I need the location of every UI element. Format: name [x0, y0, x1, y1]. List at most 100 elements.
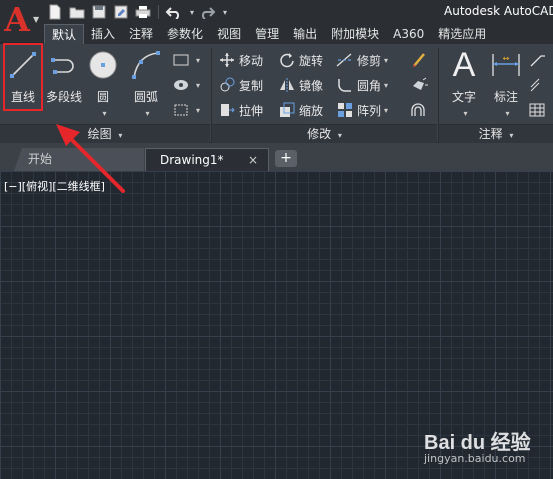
quick-access-toolbar: ▾ ▾ — [46, 2, 227, 22]
hatch-tool-button[interactable]: ▾ — [172, 75, 200, 95]
erase-icon — [410, 51, 428, 69]
region-tool-button[interactable]: ▾ — [172, 100, 200, 120]
tab-addins[interactable]: 附加模块 — [324, 24, 386, 44]
redo-icon[interactable] — [198, 3, 216, 21]
tab-featured-apps[interactable]: 精选应用 — [431, 24, 493, 44]
chevron-down-icon: ▾ — [337, 131, 342, 140]
polyline-tool-label: 多段线 — [45, 90, 82, 104]
draw-panel-title[interactable]: 绘图 ▾ — [0, 124, 210, 143]
line-tool-highlight — [3, 43, 43, 111]
chevron-down-icon: ▾ — [196, 55, 201, 65]
erase-tool-button[interactable] — [410, 50, 431, 70]
chevron-down-icon: ▾ — [384, 80, 389, 90]
new-tab-button[interactable]: + — [275, 150, 297, 167]
array-tool-button[interactable]: 阵列 ▾ — [336, 100, 388, 120]
dimension-tool-button[interactable]: ↔ 标注 ▾ — [488, 48, 524, 119]
trim-icon — [336, 51, 354, 69]
leader-tool-button[interactable] — [528, 50, 549, 70]
table-icon — [528, 101, 546, 119]
leader-icon — [528, 51, 546, 69]
tab-drawing1[interactable]: Drawing1* × — [145, 148, 269, 171]
watermark-site: jingyan.baidu.com — [424, 452, 526, 465]
dimension-tool-label: 标注 ▾ — [493, 90, 518, 118]
tab-view[interactable]: 视图 — [210, 24, 248, 44]
fillet-tool-button[interactable]: 圆角 ▾ — [336, 75, 388, 95]
chevron-down-icon: ▾ — [505, 109, 510, 118]
chevron-down-icon: ▾ — [196, 80, 201, 90]
hatch-icon — [172, 76, 190, 94]
multileader-tool-button[interactable] — [528, 75, 549, 95]
save-as-icon[interactable] — [112, 3, 130, 21]
arc-tool-button[interactable]: 圆弧 ▾ — [128, 48, 164, 119]
circle-tool-label: 圆 ▾ — [96, 90, 109, 118]
array-icon — [336, 101, 354, 119]
circle-icon — [86, 48, 120, 82]
mirror-tool-button[interactable]: 镜像 — [278, 75, 323, 95]
modify-panel-title[interactable]: 修改 ▾ — [212, 124, 437, 143]
chevron-down-icon: ▾ — [196, 105, 201, 115]
chevron-down-icon: ▾ — [509, 131, 514, 140]
arc-tool-label: 圆弧 ▾ — [133, 90, 158, 118]
ribbon-tab-bar: 默认 插入 注释 参数化 视图 管理 输出 附加模块 A360 精选应用 — [44, 24, 553, 44]
region-icon — [172, 101, 190, 119]
offset-icon — [410, 101, 428, 119]
chevron-down-icon: ▾ — [102, 109, 107, 118]
move-tool-button[interactable]: 移动 — [218, 50, 263, 70]
table-tool-button[interactable] — [528, 100, 549, 120]
copy-tool-button[interactable]: 复制 — [218, 75, 263, 95]
title-bar: ▾ ▾ Autodesk AutoCAD — [0, 0, 553, 24]
tab-insert[interactable]: 插入 — [84, 24, 122, 44]
chevron-down-icon: ▾ — [118, 131, 123, 140]
annotation-panel-title[interactable]: 注释 ▾ — [439, 124, 553, 143]
undo-icon[interactable] — [165, 3, 183, 21]
autocad-logo-icon: A — [4, 0, 30, 39]
rotate-tool-button[interactable]: 旋转 — [278, 50, 323, 70]
toolbar-separator — [158, 5, 159, 19]
window-title: Autodesk AutoCAD — [444, 4, 553, 18]
open-folder-icon[interactable] — [68, 3, 86, 21]
trim-tool-button[interactable]: 修剪 ▾ — [336, 50, 388, 70]
circle-tool-button[interactable]: 圆 ▾ — [86, 48, 120, 119]
svg-text:↔: ↔ — [503, 54, 510, 63]
scale-icon — [278, 101, 296, 119]
save-icon[interactable] — [90, 3, 108, 21]
chevron-down-icon: ▾ — [384, 105, 389, 115]
rotate-icon — [278, 51, 296, 69]
tab-a360[interactable]: A360 — [386, 24, 431, 44]
scale-tool-button[interactable]: 缩放 — [278, 100, 323, 120]
rectangle-tool-button[interactable]: ▾ — [172, 50, 200, 70]
chevron-down-icon: ▼ — [33, 15, 40, 24]
stretch-icon — [218, 101, 236, 119]
polyline-tool-button[interactable]: 多段线 — [44, 48, 84, 105]
explode-tool-button[interactable] — [410, 75, 431, 95]
undo-dropdown-icon[interactable]: ▾ — [190, 8, 194, 17]
chevron-down-icon: ▾ — [384, 55, 389, 65]
chevron-down-icon: ▾ — [145, 109, 150, 118]
redo-dropdown-icon[interactable]: ▾ — [223, 8, 227, 17]
ribbon: 直线 多段线 圆 ▾ 圆弧 ▾ ▾ ▾ ▾ 绘图 ▾ 移动 旋转 修剪 ▾ 复制… — [0, 44, 553, 143]
tab-parametric[interactable]: 参数化 — [160, 24, 210, 44]
text-icon: A — [452, 45, 476, 84]
offset-tool-button[interactable] — [410, 100, 431, 120]
tab-output[interactable]: 输出 — [286, 24, 324, 44]
tab-annotate[interactable]: 注释 — [122, 24, 160, 44]
mirror-icon — [278, 76, 296, 94]
tab-home[interactable]: 默认 — [44, 24, 85, 44]
chevron-down-icon: ▾ — [463, 109, 468, 118]
application-menu-button[interactable]: A ▼ — [0, 0, 44, 42]
copy-icon — [218, 76, 236, 94]
tab-start[interactable]: 开始 — [14, 148, 144, 171]
stretch-tool-button[interactable]: 拉伸 — [218, 100, 263, 120]
viewport-controls[interactable]: [−][俯视][二维线框] — [4, 178, 105, 194]
multileader-icon — [528, 76, 546, 94]
text-tool-label: 文字 ▾ — [451, 90, 476, 118]
fillet-icon — [336, 76, 354, 94]
text-tool-button[interactable]: A 文字 ▾ — [444, 45, 484, 119]
baidu-jingyan-watermark: Bai du 经验 jingyan.baidu.com — [424, 426, 531, 465]
polyline-icon — [47, 48, 81, 82]
tab-manage[interactable]: 管理 — [248, 24, 286, 44]
arc-icon — [129, 48, 163, 82]
print-icon[interactable] — [134, 3, 152, 21]
close-icon[interactable]: × — [248, 149, 258, 171]
new-file-icon[interactable] — [46, 3, 64, 21]
